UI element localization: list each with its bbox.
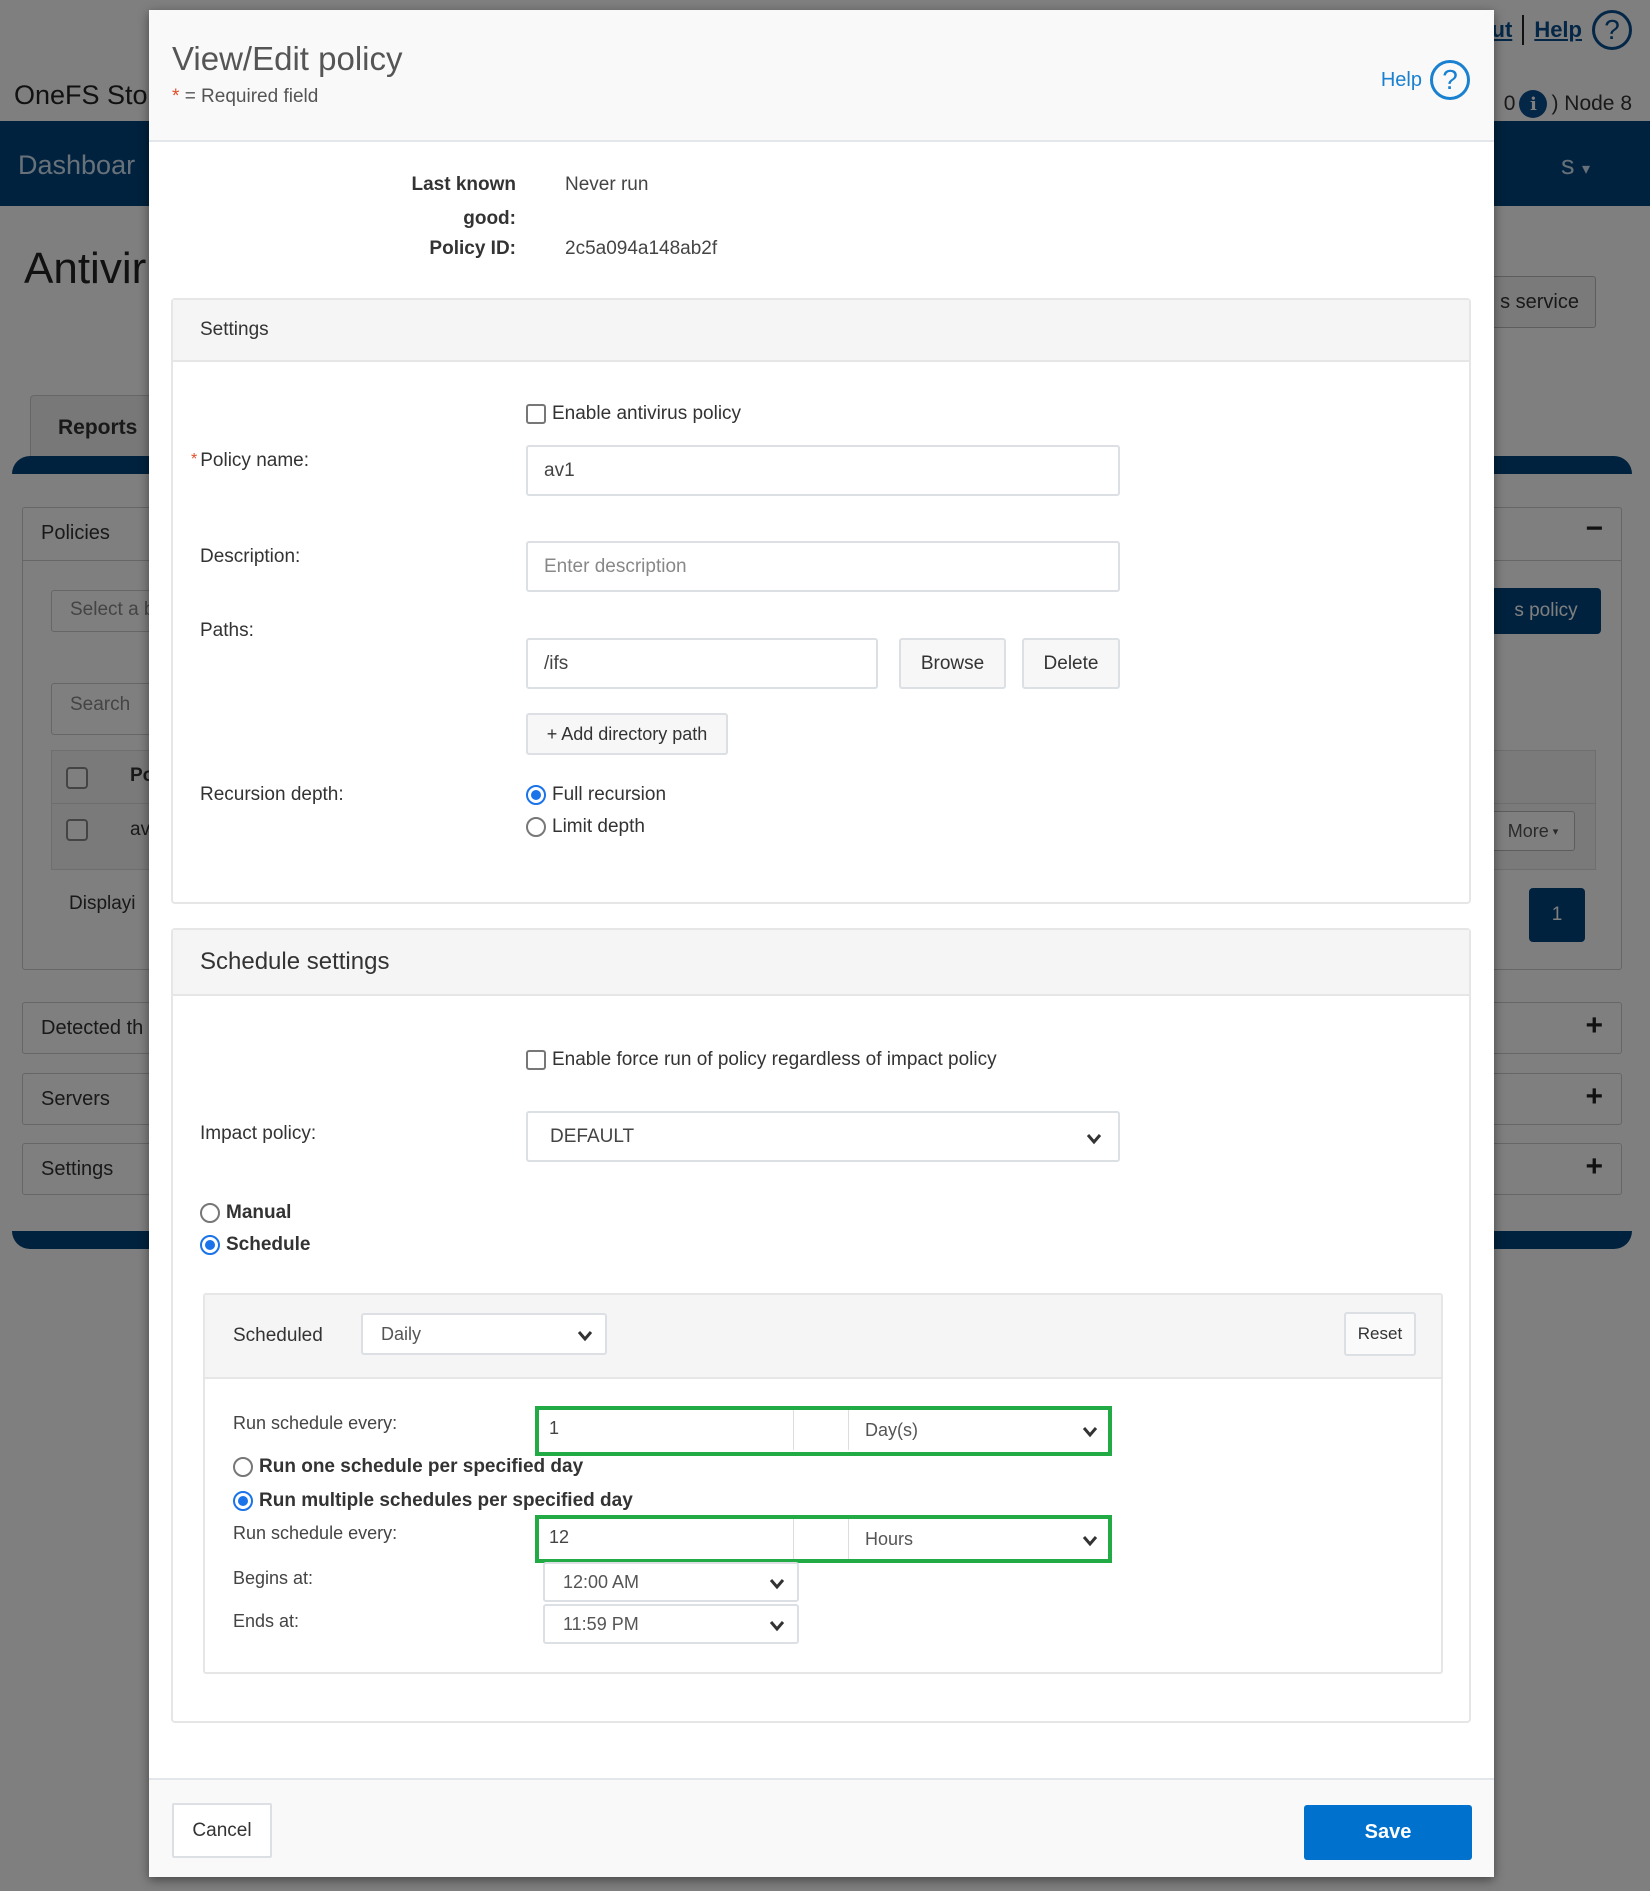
run-multiple-schedules-option[interactable]: Run multiple schedules per specified day [233, 1490, 633, 1512]
run-every-days-input[interactable]: 1 [539, 1410, 794, 1450]
begins-at-label: Begins at: [233, 1568, 314, 1588]
last-known-good-value: Never run [565, 174, 649, 195]
settings-section: Settings Enable antivirus policy * Policy… [171, 298, 1471, 904]
scheduled-frequency-select[interactable]: Daily [361, 1313, 607, 1355]
description-label: Description: [200, 546, 301, 567]
policy-name-label: * Policy name: [191, 450, 309, 472]
force-run-option[interactable]: Enable force run of policy regardless of… [526, 1049, 997, 1071]
run-every-hours-field: 12 Hours [539, 1519, 1108, 1559]
force-run-checkbox[interactable] [526, 1050, 546, 1070]
required-note-text: = Required field [184, 86, 319, 107]
scheduled-frequency-value: Daily [381, 1323, 422, 1344]
run-one-schedule-label: Run one schedule per specified day [259, 1456, 584, 1477]
chevron-down-icon [577, 1326, 593, 1342]
run-every-days-field: 1 Day(s) [539, 1410, 1108, 1450]
policy-id-value: 2c5a094a148ab2f [565, 238, 718, 259]
run-multiple-schedules-radio[interactable] [233, 1491, 253, 1511]
manual-label: Manual [226, 1202, 292, 1223]
run-multiple-schedules-label: Run multiple schedules per specified day [259, 1490, 633, 1511]
dialog-title: View/Edit policy [172, 40, 403, 77]
policy-name-input[interactable]: av1 [526, 445, 1120, 496]
recursion-full-option[interactable]: Full recursion [526, 784, 666, 806]
schedule-radio[interactable] [200, 1235, 220, 1255]
spacer [794, 1519, 849, 1559]
description-input[interactable]: Enter description [526, 541, 1120, 592]
run-every-hours-unit-value: Hours [865, 1528, 914, 1549]
run-every-label: Run schedule every: [233, 1413, 398, 1433]
required-star: * [191, 451, 198, 468]
view-edit-policy-dialog: View/Edit policy * = Required field Help… [149, 10, 1494, 1877]
manual-radio[interactable] [200, 1203, 220, 1223]
recursion-limit-option[interactable]: Limit depth [526, 816, 645, 838]
schedule-sub-panel: Scheduled Daily Reset Run schedule every… [203, 1293, 1443, 1674]
add-directory-path-button[interactable]: + Add directory path [526, 713, 728, 755]
last-known-good-label-line2: good: [463, 208, 516, 229]
schedule-option[interactable]: Schedule [200, 1234, 310, 1256]
ends-at-select[interactable]: 11:59 PM [543, 1604, 799, 1644]
help-icon[interactable]: ? [1430, 60, 1470, 100]
manual-option[interactable]: Manual [200, 1202, 291, 1224]
delete-path-button[interactable]: Delete [1022, 638, 1120, 689]
enable-antivirus-checkbox[interactable] [526, 404, 546, 424]
schedule-sub-header: Scheduled Daily Reset [205, 1295, 1441, 1379]
run-every-hours-label: Run schedule every: [233, 1523, 398, 1543]
begins-at-value: 12:00 AM [563, 1571, 640, 1592]
run-every-days-unit-select[interactable]: Day(s) [849, 1410, 1108, 1450]
run-every-hours-highlight: 12 Hours [535, 1515, 1112, 1563]
spacer [794, 1410, 849, 1450]
run-every-hours-unit-select[interactable]: Hours [849, 1519, 1108, 1559]
ends-at-label: Ends at: [233, 1611, 300, 1631]
schedule-label: Schedule [226, 1234, 311, 1255]
dialog-footer: Cancel Save [149, 1778, 1494, 1877]
run-one-schedule-radio[interactable] [233, 1457, 253, 1477]
impact-policy-value: DEFAULT [550, 1125, 635, 1147]
recursion-limit-radio[interactable] [526, 817, 546, 837]
last-known-good-label-line1: Last known [411, 174, 516, 195]
save-button[interactable]: Save [1304, 1805, 1472, 1860]
recursion-full-label: Full recursion [552, 784, 667, 805]
reset-button[interactable]: Reset [1344, 1312, 1416, 1356]
schedule-settings-section: Schedule settings Enable force run of po… [171, 928, 1471, 1723]
run-every-hours-input[interactable]: 12 [539, 1519, 794, 1559]
scheduled-label: Scheduled [233, 1325, 323, 1346]
begins-at-select[interactable]: 12:00 AM [543, 1562, 799, 1602]
dialog-help[interactable]: Help ? [1381, 60, 1470, 100]
cancel-button[interactable]: Cancel [172, 1803, 272, 1858]
settings-section-title: Settings [173, 300, 1469, 362]
chevron-down-icon [1086, 1129, 1102, 1145]
run-every-days-unit-value: Day(s) [865, 1419, 918, 1440]
required-star: * [172, 86, 180, 107]
path-input[interactable]: /ifs [526, 638, 878, 689]
required-note: * = Required field [172, 86, 318, 108]
last-known-good-label: Last known good: [216, 168, 516, 236]
impact-policy-select[interactable]: DEFAULT [526, 1111, 1120, 1162]
help-label[interactable]: Help [1381, 69, 1422, 92]
chevron-down-icon [769, 1574, 785, 1590]
chevron-down-icon [1082, 1422, 1098, 1438]
impact-policy-label: Impact policy: [200, 1123, 317, 1144]
force-run-label: Enable force run of policy regardless of… [552, 1049, 997, 1070]
chevron-down-icon [1082, 1531, 1098, 1547]
enable-antivirus-label: Enable antivirus policy [552, 403, 742, 424]
policy-id-label: Policy ID: [429, 238, 516, 259]
run-one-schedule-option[interactable]: Run one schedule per specified day [233, 1456, 583, 1478]
schedule-settings-title: Schedule settings [173, 930, 1469, 996]
recursion-full-radio[interactable] [526, 785, 546, 805]
ends-at-value: 11:59 PM [563, 1613, 639, 1634]
run-every-days-highlight: 1 Day(s) [535, 1406, 1112, 1456]
dialog-header: View/Edit policy * = Required field Help… [149, 10, 1494, 142]
recursion-depth-label: Recursion depth: [200, 784, 344, 805]
recursion-limit-label: Limit depth [552, 816, 645, 837]
policy-name-label-text: Policy name: [200, 450, 310, 471]
chevron-down-icon [769, 1616, 785, 1632]
browse-button[interactable]: Browse [899, 638, 1006, 689]
enable-antivirus-policy[interactable]: Enable antivirus policy [526, 403, 741, 425]
paths-label: Paths: [200, 620, 254, 641]
